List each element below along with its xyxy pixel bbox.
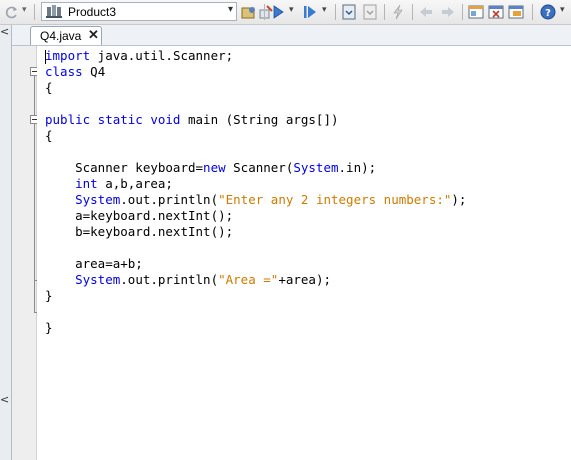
code-token: = xyxy=(195,160,204,175)
code-line: class Q4 xyxy=(45,64,105,80)
code-line: b=keyboard.nextInt(); xyxy=(45,224,233,240)
project-icon xyxy=(46,5,62,18)
chevron-down-icon[interactable]: ▾ xyxy=(228,4,233,15)
code-line: a=keyboard.nextInt(); xyxy=(45,208,233,224)
toolbar-separator xyxy=(532,4,533,20)
toolbar-separator xyxy=(462,4,463,20)
main-toolbar: ▾ Product3 ▾ ▾ ▾ ? ▾ xyxy=(0,0,571,25)
toolbar-separator xyxy=(335,4,336,20)
help-icon[interactable]: ? xyxy=(540,4,556,20)
code-line: import java.util.Scanner; xyxy=(45,48,233,64)
project-name: Product3 xyxy=(68,5,117,19)
run-dropdown-icon[interactable]: ▾ xyxy=(289,5,294,23)
close-icon[interactable]: ✕ xyxy=(88,27,99,43)
debug-dropdown-icon[interactable]: ▾ xyxy=(322,5,327,23)
code-token: Scanner keyboard xyxy=(45,160,196,175)
code-token: ); xyxy=(451,192,467,207)
toolbar-separator xyxy=(34,4,35,20)
debug-icon[interactable] xyxy=(302,4,318,20)
code-token: .out.println( xyxy=(120,272,219,287)
code-line: int a,b,area; xyxy=(45,176,173,192)
code-token: a=keyboard.nextInt(); xyxy=(45,208,234,223)
code-token: java.util.Scanner; xyxy=(90,48,234,63)
code-token: "Enter any 2 integers numbers:" xyxy=(218,192,452,207)
window-maximize-icon[interactable] xyxy=(508,4,524,20)
back-arrow-icon[interactable] xyxy=(418,4,434,20)
code-token: Scanner( xyxy=(225,160,294,175)
code-token: .in); xyxy=(338,160,377,175)
code-line: } xyxy=(45,288,53,304)
code-token: { xyxy=(45,128,53,143)
attach-debugger-icon[interactable] xyxy=(362,4,378,20)
window-close-icon[interactable] xyxy=(488,4,504,20)
code-token: b=keyboard.nextInt(); xyxy=(45,224,234,239)
code-line: area=a+b; xyxy=(45,256,143,272)
profile-icon[interactable] xyxy=(341,4,357,20)
code-line: System.out.println("Enter any 2 integers… xyxy=(45,192,466,208)
code-token: System xyxy=(293,160,339,175)
toolbar-separator xyxy=(384,4,385,20)
set-main-project-icon[interactable] xyxy=(241,4,257,20)
code-token: area=a+b; xyxy=(45,256,143,271)
toolbar-separator xyxy=(412,4,413,20)
help-dropdown-icon[interactable]: ▾ xyxy=(560,5,565,23)
project-selector[interactable]: Product3 ▾ xyxy=(41,2,237,21)
forward-arrow-icon[interactable] xyxy=(440,4,456,20)
code-token: main (String args[]) xyxy=(180,112,339,127)
code-line: { xyxy=(45,128,53,144)
code-token: a,b,area; xyxy=(97,176,173,191)
code-token: System xyxy=(75,192,121,207)
code-token: class xyxy=(45,64,83,79)
code-token: int xyxy=(75,176,98,191)
code-line: } xyxy=(45,320,53,336)
editor-tab-strip: Q4.java ✕ xyxy=(0,25,571,46)
tab-label: Q4.java xyxy=(40,29,82,43)
tab-q4-java[interactable]: Q4.java ✕ xyxy=(30,26,102,45)
fold-guide-line xyxy=(34,76,35,312)
code-token: +area); xyxy=(278,272,332,287)
code-line: System.out.println("Area ="+area); xyxy=(45,272,331,288)
chevron-left-icon[interactable]: < xyxy=(0,393,9,406)
redo-icon[interactable] xyxy=(4,4,20,20)
code-token: } xyxy=(45,320,53,335)
text-caret xyxy=(45,50,46,64)
chevron-left-icon[interactable]: < xyxy=(0,25,9,38)
code-token: import xyxy=(45,48,91,63)
code-line: public static void main (String args[]) xyxy=(45,112,339,128)
left-panel-strip: < < xyxy=(0,25,12,460)
toolbar-separator xyxy=(264,4,265,20)
code-token: { xyxy=(45,80,53,95)
code-token: new xyxy=(203,160,226,175)
svg-text:?: ? xyxy=(545,8,551,19)
apply-code-changes-icon[interactable] xyxy=(390,4,406,20)
code-editor[interactable]: import java.util.Scanner; class Q4{public… xyxy=(37,46,571,460)
code-token: Q4 xyxy=(82,64,106,79)
code-line: { xyxy=(45,80,53,96)
window-layout-icon[interactable] xyxy=(468,4,484,20)
code-token: .out.println( xyxy=(120,192,219,207)
code-line: Scanner keyboard=new Scanner(System.in); xyxy=(45,160,376,176)
code-token: public static void xyxy=(45,112,181,127)
code-token: System xyxy=(75,272,121,287)
run-icon[interactable] xyxy=(270,4,286,20)
redo-dropdown-icon[interactable]: ▾ xyxy=(22,5,27,23)
code-token: } xyxy=(45,288,53,303)
code-token: "Area =" xyxy=(218,272,279,287)
